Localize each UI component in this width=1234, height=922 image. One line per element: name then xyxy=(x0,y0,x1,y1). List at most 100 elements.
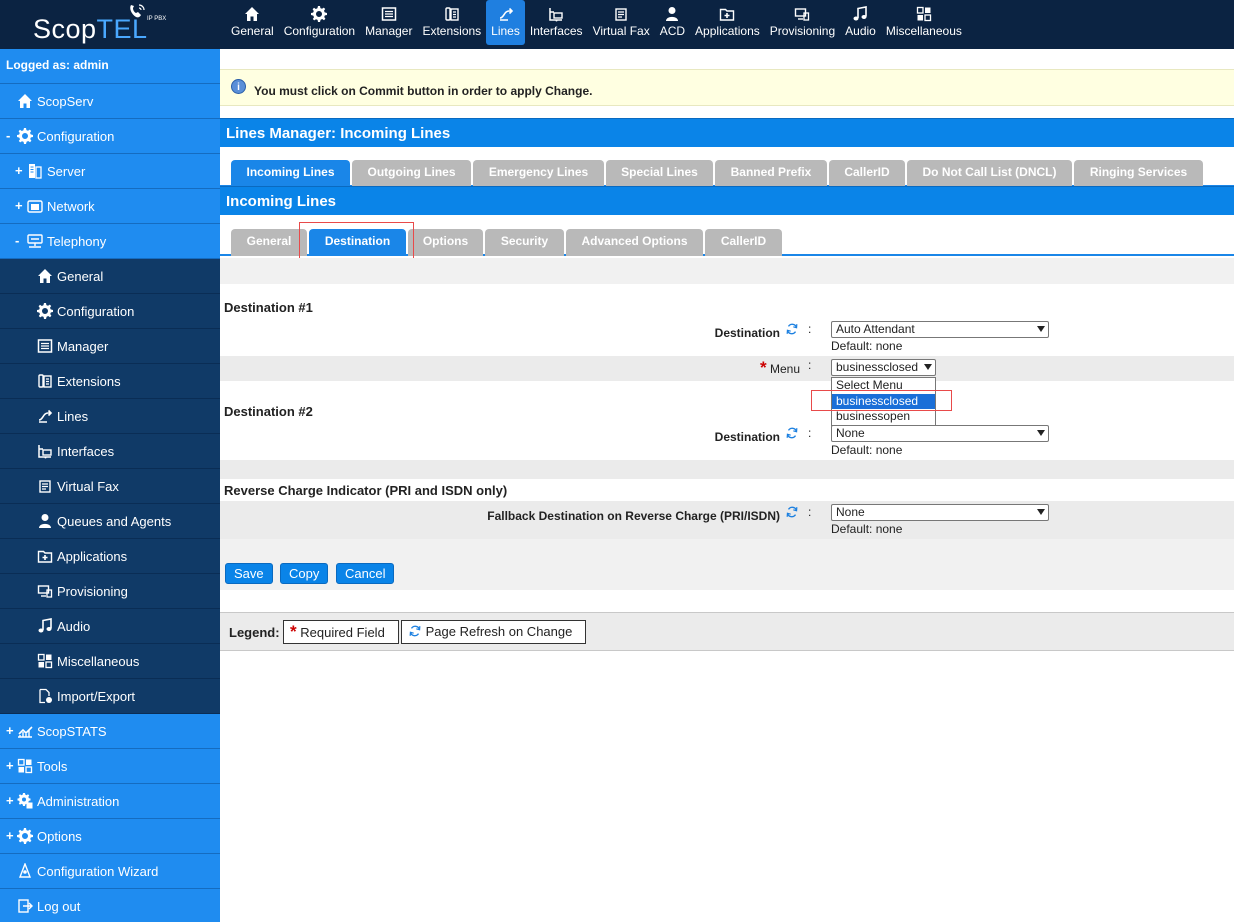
tab-special-lines[interactable]: Special Lines xyxy=(606,160,713,187)
topnav-provisioning[interactable]: Provisioning xyxy=(765,0,840,45)
chevron-down-icon xyxy=(924,364,932,370)
sidebar-item-provisioning[interactable]: Provisioning xyxy=(0,574,220,609)
lines-icon xyxy=(498,6,514,22)
tools-icon xyxy=(17,758,33,774)
destination-2-label: Destination xyxy=(714,430,780,444)
logo-phone-icon xyxy=(130,4,145,18)
fallback-destination-select[interactable]: None xyxy=(831,504,1049,521)
topnav-manager[interactable]: Manager xyxy=(360,0,417,45)
refresh-icon xyxy=(785,322,799,336)
sidebar-item-tools[interactable]: + Tools xyxy=(0,749,220,784)
sidebar-item-telephony[interactable]: - Telephony xyxy=(0,224,220,259)
tab-dncl[interactable]: Do Not Call List (DNCL) xyxy=(907,160,1072,187)
fax-icon xyxy=(613,6,629,22)
sidebar-item-miscellaneous[interactable]: Miscellaneous xyxy=(0,644,220,679)
page-title: Lines Manager: Incoming Lines xyxy=(220,118,1234,147)
sidebar-item-applications[interactable]: Applications xyxy=(0,539,220,574)
sidebar-item-queues-and-agents[interactable]: Queues and Agents xyxy=(0,504,220,539)
home-icon xyxy=(17,93,33,109)
menu-select[interactable]: businessclosed xyxy=(831,359,936,376)
copy-button[interactable]: Copy xyxy=(280,563,329,584)
legend-required: * Required Field xyxy=(283,620,399,644)
sidebar-item-telephony-configuration[interactable]: Configuration xyxy=(0,294,220,329)
topnav-miscellaneous[interactable]: Miscellaneous xyxy=(881,0,967,45)
top-navigation-bar: ScopTEL IP PBX General Configuration Man… xyxy=(0,0,1234,49)
section-title: Incoming Lines xyxy=(220,186,1234,215)
subtab-general[interactable]: General xyxy=(231,229,307,256)
topnav-applications[interactable]: Applications xyxy=(690,0,765,45)
topnav-virtual-fax[interactable]: Virtual Fax xyxy=(588,0,655,45)
sidebar-item-extensions[interactable]: Extensions xyxy=(0,364,220,399)
subtab-security[interactable]: Security xyxy=(485,229,564,256)
topnav-lines[interactable]: Lines xyxy=(486,0,525,45)
tab-ringing-services[interactable]: Ringing Services xyxy=(1074,160,1203,187)
sidebar-item-configuration-wizard[interactable]: Configuration Wizard xyxy=(0,854,220,889)
tab-emergency-lines[interactable]: Emergency Lines xyxy=(473,160,604,187)
topnav-audio[interactable]: Audio xyxy=(840,0,881,45)
sidebar-item-manager[interactable]: Manager xyxy=(0,329,220,364)
top-nav-menu: General Configuration Manager Extensions… xyxy=(226,0,967,49)
sidebar-item-configuration[interactable]: - Configuration xyxy=(0,119,220,154)
sidebar-item-scopserv[interactable]: ScopServ xyxy=(0,84,220,119)
telephony-icon xyxy=(27,233,43,249)
gear-icon xyxy=(17,828,33,844)
info-icon: i xyxy=(231,79,246,94)
refresh-icon xyxy=(408,624,422,638)
subtab-options[interactable]: Options xyxy=(408,229,483,256)
menu-option-businessopen[interactable]: businessopen xyxy=(832,409,935,425)
provisioning-icon xyxy=(37,583,53,599)
sidebar-item-import-export[interactable]: Import/Export xyxy=(0,679,220,714)
topnav-extensions[interactable]: Extensions xyxy=(417,0,486,45)
topnav-general[interactable]: General xyxy=(226,0,279,45)
destination-1-title: Destination #1 xyxy=(224,300,313,315)
interfaces-icon xyxy=(37,443,53,459)
sidebar-item-audio[interactable]: Audio xyxy=(0,609,220,644)
logout-icon xyxy=(17,898,33,914)
home-icon xyxy=(244,6,260,22)
topnav-configuration[interactable]: Configuration xyxy=(279,0,360,45)
sidebar: Logged as: admin ScopServ - Configuration… xyxy=(0,49,220,922)
legend-refresh: Page Refresh on Change xyxy=(401,620,586,644)
cancel-button[interactable]: Cancel xyxy=(336,563,395,584)
server-icon xyxy=(27,163,43,179)
sidebar-item-administration[interactable]: + Administration xyxy=(0,784,220,819)
destination-1-label: Destination xyxy=(714,326,780,340)
sidebar-item-server[interactable]: + Server xyxy=(0,154,220,189)
admin-gear-icon xyxy=(17,793,33,809)
save-button[interactable]: Save xyxy=(225,563,273,584)
tab-banned-prefix[interactable]: Banned Prefix xyxy=(715,160,827,187)
person-icon xyxy=(664,6,680,22)
sidebar-item-options[interactable]: + Options xyxy=(0,819,220,854)
lines-tabs: Incoming Lines Outgoing Lines Emergency … xyxy=(220,157,1234,187)
applications-icon xyxy=(719,6,735,22)
sidebar-item-logout[interactable]: Log out xyxy=(0,889,220,922)
sidebar-item-virtual-fax[interactable]: Virtual Fax xyxy=(0,469,220,504)
sidebar-item-telephony-general[interactable]: General xyxy=(0,259,220,294)
sidebar-item-interfaces[interactable]: Interfaces xyxy=(0,434,220,469)
phone-icon xyxy=(444,6,460,22)
phone-icon xyxy=(37,373,53,389)
tab-incoming-lines[interactable]: Incoming Lines xyxy=(231,160,350,187)
sidebar-item-scopstats[interactable]: + ScopSTATS xyxy=(0,714,220,749)
destination-tab-highlight xyxy=(299,222,414,263)
destination-1-select[interactable]: Auto Attendant xyxy=(831,321,1049,338)
reverse-charge-title: Reverse Charge Indicator (PRI and ISDN o… xyxy=(224,483,508,498)
fallback-destination-label: Fallback Destination on Reverse Charge (… xyxy=(487,509,780,523)
applications-icon xyxy=(37,548,53,564)
subtab-advanced-options[interactable]: Advanced Options xyxy=(566,229,703,256)
logged-as-label: Logged as: admin xyxy=(0,49,220,84)
refresh-icon xyxy=(785,505,799,519)
gear-icon xyxy=(311,6,327,22)
tab-callerid[interactable]: CallerID xyxy=(829,160,905,187)
topnav-interfaces[interactable]: Interfaces xyxy=(525,0,588,45)
sidebar-item-lines[interactable]: Lines xyxy=(0,399,220,434)
tab-outgoing-lines[interactable]: Outgoing Lines xyxy=(352,160,471,187)
misc-icon xyxy=(37,653,53,669)
subtab-callerid[interactable]: CallerID xyxy=(705,229,782,256)
sidebar-item-network[interactable]: + Network xyxy=(0,189,220,224)
topnav-acd[interactable]: ACD xyxy=(655,0,690,45)
scoptel-logo[interactable]: ScopTEL IP PBX xyxy=(33,4,173,46)
row-spacer xyxy=(220,460,1234,479)
destination-2-select[interactable]: None xyxy=(831,425,1049,442)
destination-1-default: Default: none xyxy=(831,339,903,353)
